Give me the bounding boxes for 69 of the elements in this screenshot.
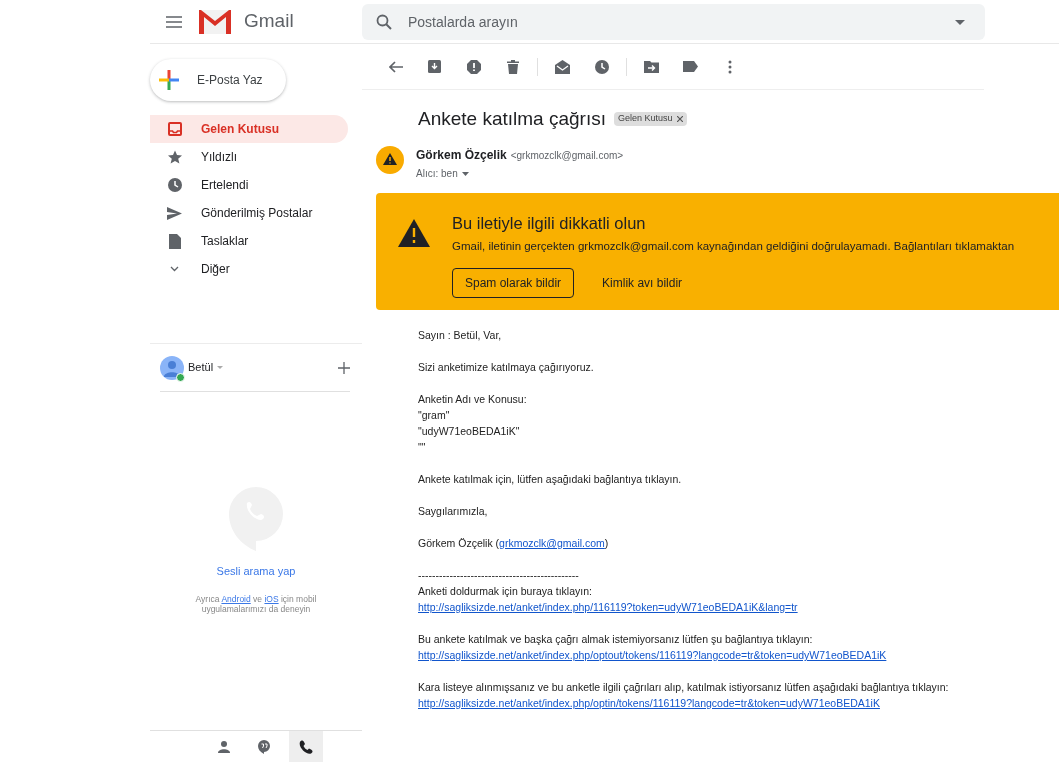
nav-item[interactable]: Ertelendi [150,171,348,199]
compose-button[interactable]: E-Posta Yaz [150,59,286,101]
body-text: Anketin Adı ve Konusu: [418,392,527,407]
body-text: Kara listeye alınmışsanız ve bu anketle ilgili çağrıları alıp, katılmak istiyorsanız lütfen aşağıdaki bağlantıya tıklayın: [418,680,949,695]
warning-text: Gmail, iletinin gerçekten grkmozclk@gmail.com kaynağından geldiğini doğrulayamadı. Bağlantıları tıklamaktan [452,238,1015,254]
body-text: "udyW71eoBEDA1iK" [418,424,520,439]
clock-icon [167,178,182,192]
caret-icon[interactable] [461,171,469,176]
app-name: Gmail [244,9,294,34]
warning-icon [398,219,430,247]
menu-icon[interactable] [166,15,182,28]
hint-text: Ayrıca Android ve iOS için mobil uygulamalarımızı da deneyin [194,593,318,614]
body-text: Sizi anketimize katılmaya çağırıyoruz. [418,360,594,375]
close-icon[interactable] [676,116,683,122]
nav-item[interactable]: Gönderilmiş Postalar [150,199,348,227]
report-icon[interactable] [466,59,481,74]
nav-item[interactable]: Taslaklar [150,227,348,255]
link[interactable]: http://sagliksizde.net/anket/index.php/optin/tokens/116119?langcode=tr&token=udyW71eoBEDA1iK [418,695,880,711]
body-text: "" [418,440,426,455]
search-field[interactable]: Postalarda arayın [362,3,985,40]
hangouts-tab[interactable] [289,731,323,762]
caret-icon[interactable] [955,19,965,25]
recipient-label: Alıcı: ben [416,167,458,181]
body-text: "gram" [418,408,450,423]
file-icon [168,233,181,249]
nav-item[interactable]: Gelen Kutusu [150,115,348,143]
inbox-icon [167,122,182,136]
trash-icon[interactable] [506,59,519,74]
nav-item[interactable]: Diğer [150,255,348,283]
link[interactable]: http://sagliksizde.net/anket/index.php/optout/tokens/116119?langcode=tr&token=udyW71eoBEDA1iK [418,647,887,663]
chat-quote-icon[interactable] [258,739,270,754]
call-link[interactable]: Sesli arama yap [216,563,296,580]
avatar-icon[interactable] [160,355,184,380]
gmail-logo-icon[interactable] [198,8,232,35]
email-link[interactable]: grkmozclk@gmail.com [499,537,605,549]
body-text: ---------------------------------------------- [418,568,579,583]
user-name[interactable]: Betül [188,359,214,376]
sender-email: <grkmozclk@gmail.com> [510,149,624,163]
nav-item[interactable]: Yıldızlı [150,143,348,171]
link[interactable]: iOS [264,593,279,604]
phishing-report-button[interactable]: Kimlik avı bildir [600,268,685,298]
send-icon [167,206,182,220]
archive-icon[interactable] [428,60,441,73]
warning-avatar-icon [376,146,404,174]
body-text: Bu ankete katılmak ve başka çağrı almak istemiyorsanız lütfen şu bağlantıya tıklayın: [418,632,813,647]
back-arrow-icon[interactable] [388,60,403,73]
folder-arrow-icon[interactable] [644,60,659,73]
body-text: Ankete katılmak için, lütfen aşağıdaki bağlantıya tıklayın. [418,472,682,487]
star-icon [167,150,182,164]
label-chip[interactable]: Gelen Kutusu [613,112,687,126]
body-text: Anketi doldurmak için buraya tıklayın: [418,584,592,599]
link[interactable]: Android [221,593,251,604]
email-subject: Ankete katılma çağrısı [418,106,606,131]
add-icon[interactable] [338,361,350,374]
body-text: Görkem Özçelik (grkmozclk@gmail.com) [418,536,609,551]
body-text: Sayın : Betül, Var, [418,328,502,343]
sender-name: Görkem Özçelik [416,147,507,164]
more-icon[interactable] [727,59,732,74]
body-text: Saygılarımızla, [418,504,488,519]
spam-report-button[interactable]: Spam olarak bildir [452,268,575,298]
chevron-down-icon[interactable] [170,266,179,272]
clock-icon[interactable] [594,59,609,74]
link[interactable]: http://sagliksizde.net/anket/index.php/116119?token=udyW71eoBEDA1iK&lang=tr [418,599,798,615]
search-icon [376,13,392,30]
envelope-icon[interactable] [555,59,570,74]
warning-title: Bu iletiyle ilgili dikkatli olun [452,213,647,234]
label-icon[interactable] [683,61,698,72]
person-icon[interactable] [218,740,230,753]
phone-icon[interactable] [299,739,313,754]
